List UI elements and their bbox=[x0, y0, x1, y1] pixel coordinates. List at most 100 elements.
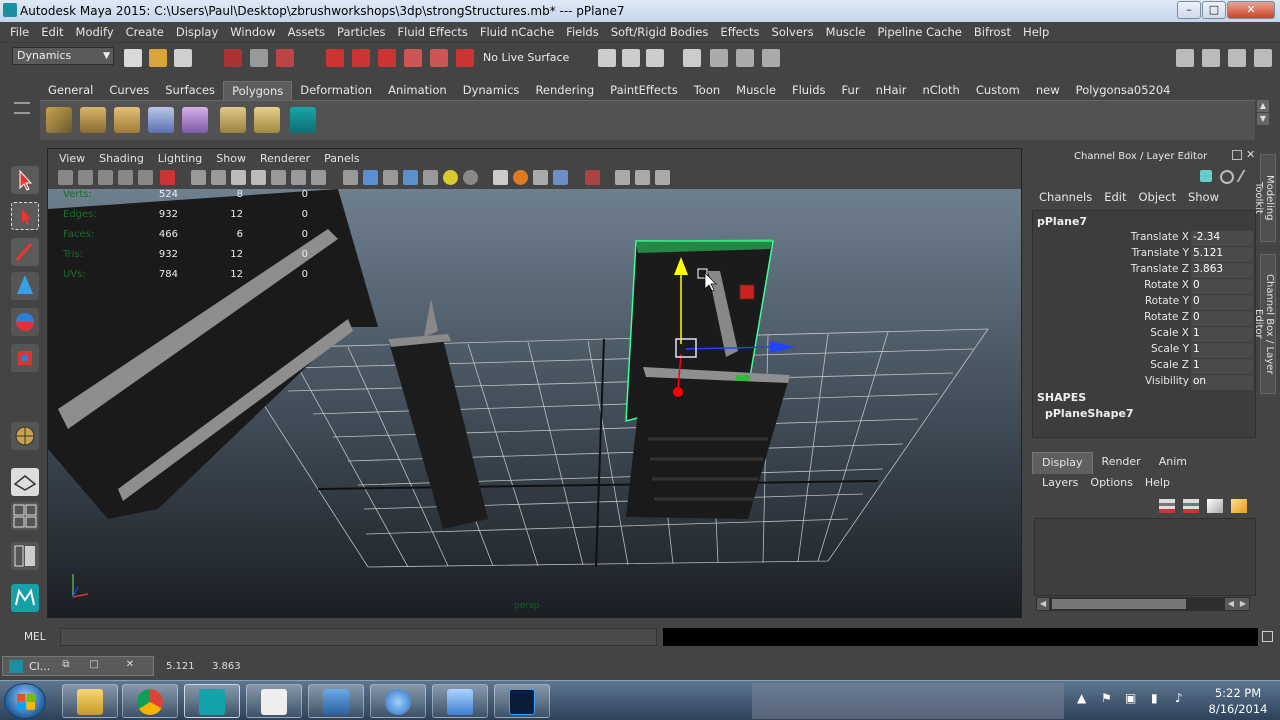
menu-muscle[interactable]: Muscle bbox=[820, 25, 872, 39]
default-light-icon[interactable] bbox=[443, 170, 458, 185]
layer-menu-layers[interactable]: Layers bbox=[1036, 474, 1084, 491]
attr-visibility[interactable]: Visibility on bbox=[1033, 375, 1253, 391]
scroll-left-icon[interactable]: ◀ bbox=[1037, 598, 1049, 610]
perspective-viewport[interactable]: View Shading Lighting Show Renderer Pane… bbox=[47, 148, 1022, 618]
menu-soft-rigid-bodies[interactable]: Soft/Rigid Bodies bbox=[605, 25, 715, 39]
shelf-tab-polygons[interactable]: Polygons bbox=[223, 80, 293, 100]
shelf-tab-toon[interactable]: Toon bbox=[686, 81, 728, 99]
shelf-options-icon[interactable] bbox=[14, 102, 30, 114]
layer-list[interactable] bbox=[1034, 518, 1256, 596]
shelf-tab-animation[interactable]: Animation bbox=[380, 81, 455, 99]
use-all-lights-icon[interactable] bbox=[423, 170, 438, 185]
layer-menu-help[interactable]: Help bbox=[1139, 474, 1176, 491]
open-scene-icon[interactable] bbox=[149, 49, 167, 67]
poly-combine-icon[interactable] bbox=[148, 107, 174, 133]
layer-menu-options[interactable]: Options bbox=[1084, 474, 1138, 491]
snap-view-icon[interactable] bbox=[404, 49, 422, 67]
attr-rotate-x[interactable]: Rotate X0 bbox=[1033, 279, 1253, 295]
smooth-shade-icon[interactable] bbox=[363, 170, 378, 185]
shelf-tab-rendering[interactable]: Rendering bbox=[527, 81, 602, 99]
xray-active-components-icon[interactable] bbox=[655, 170, 670, 185]
shelf-tab-dynamics[interactable]: Dynamics bbox=[455, 81, 528, 99]
device-icon[interactable]: ▣ bbox=[1125, 691, 1136, 705]
make-live-icon[interactable] bbox=[430, 49, 448, 67]
paint-select-tool-icon[interactable] bbox=[11, 238, 39, 266]
menu-solvers[interactable]: Solvers bbox=[766, 25, 820, 39]
textured-icon[interactable] bbox=[403, 170, 418, 185]
taskbar-explorer[interactable] bbox=[62, 684, 118, 718]
menu-bifrost[interactable]: Bifrost bbox=[968, 25, 1017, 39]
shelf-tab-custom[interactable]: Custom bbox=[968, 81, 1028, 99]
rotate-tool-icon[interactable] bbox=[11, 308, 39, 336]
menu-fields[interactable]: Fields bbox=[560, 25, 605, 39]
shelf-tab-polygonsa05204[interactable]: Polygonsa05204 bbox=[1068, 81, 1179, 99]
channel-slider-icon[interactable] bbox=[1236, 170, 1256, 182]
layer-tab-display[interactable]: Display bbox=[1032, 452, 1093, 474]
poly-cylinder-icon[interactable] bbox=[114, 107, 140, 133]
attr-translate-y[interactable]: Translate Y 5.121 bbox=[1033, 247, 1253, 263]
taskbar-chrome[interactable] bbox=[122, 684, 178, 718]
volume-icon[interactable]: ♪ bbox=[1175, 691, 1183, 705]
attr-rotate-y[interactable]: Rotate Y0 bbox=[1033, 295, 1253, 311]
float-panel-icon[interactable] bbox=[1232, 150, 1242, 160]
image-plane-icon[interactable] bbox=[118, 170, 133, 185]
gate-mask-icon[interactable] bbox=[251, 170, 266, 185]
maya-shelf-icon[interactable] bbox=[290, 107, 316, 133]
move-tool-icon[interactable] bbox=[11, 272, 39, 300]
viewport-menu-panels[interactable]: Panels bbox=[317, 152, 366, 165]
channel-speed-icon[interactable] bbox=[1220, 170, 1234, 184]
snap-grid-icon[interactable] bbox=[326, 49, 344, 67]
close-icon[interactable]: ✕ bbox=[123, 659, 137, 673]
move-layer-up-icon[interactable] bbox=[1159, 499, 1175, 513]
construction-history-icon[interactable] bbox=[598, 49, 616, 67]
menu-fluid-effects[interactable]: Fluid Effects bbox=[392, 25, 474, 39]
snap-point-icon[interactable] bbox=[378, 49, 396, 67]
shelf-tab-new[interactable]: new bbox=[1028, 81, 1068, 99]
save-scene-icon[interactable] bbox=[174, 49, 192, 67]
taskbar-clock[interactable]: 5:22 PM 8/16/2014 bbox=[1196, 685, 1280, 717]
attr-value[interactable]: 0 bbox=[1191, 311, 1253, 326]
viewport-menu-renderer[interactable]: Renderer bbox=[253, 152, 317, 165]
menu-particles[interactable]: Particles bbox=[331, 25, 391, 39]
menu-display[interactable]: Display bbox=[170, 25, 224, 39]
attr-translate-z[interactable]: Translate Z 3.863 bbox=[1033, 263, 1253, 279]
attr-value[interactable]: 0 bbox=[1191, 279, 1253, 294]
layer-list-scrollbar[interactable]: ◀ ◀ ▶ bbox=[1036, 597, 1250, 611]
viewport-menu-show[interactable]: Show bbox=[209, 152, 253, 165]
shelf-tab-surfaces[interactable]: Surfaces bbox=[157, 81, 223, 99]
shelf-scroll-down-icon[interactable]: ▼ bbox=[1257, 113, 1269, 125]
resolution-gate-icon[interactable] bbox=[231, 170, 246, 185]
poly-tool-icon[interactable] bbox=[46, 107, 72, 133]
shelf-tab-general[interactable]: General bbox=[40, 81, 101, 99]
attr-scale-z[interactable]: Scale Z1 bbox=[1033, 359, 1253, 375]
menu-modify[interactable]: Modify bbox=[70, 25, 120, 39]
taskbar-maya[interactable] bbox=[184, 684, 240, 718]
poly-cube-icon[interactable] bbox=[80, 107, 106, 133]
script-editor-icon[interactable] bbox=[1262, 631, 1273, 642]
taskbar-zbrush[interactable] bbox=[246, 684, 302, 718]
grease-pencil-icon[interactable] bbox=[160, 170, 175, 185]
command-language-toggle[interactable]: MEL bbox=[24, 631, 46, 643]
select-hierarchy-icon[interactable] bbox=[224, 49, 242, 67]
taskbar-window-switcher[interactable] bbox=[308, 684, 364, 718]
maximize-button[interactable]: □ bbox=[1202, 1, 1226, 19]
menu-set-dropdown[interactable]: Dynamics ▼ bbox=[12, 47, 114, 65]
shape-node-name[interactable]: pPlaneShape7 bbox=[1045, 407, 1134, 420]
move-layer-down-icon[interactable] bbox=[1183, 499, 1199, 513]
two-d-pan-zoom-icon[interactable] bbox=[138, 170, 153, 185]
field-chart-icon[interactable] bbox=[271, 170, 286, 185]
camera-attributes-icon[interactable] bbox=[78, 170, 93, 185]
maya-logo-icon[interactable] bbox=[11, 584, 39, 612]
taskbar-control-panel[interactable] bbox=[432, 684, 488, 718]
show-modeling-toolkit-icon[interactable] bbox=[1254, 49, 1272, 67]
wireframe-icon[interactable] bbox=[343, 170, 358, 185]
menu-pipeline-cache[interactable]: Pipeline Cache bbox=[871, 25, 967, 39]
channel-key-icon[interactable] bbox=[1200, 170, 1212, 182]
selected-object-name[interactable]: pPlane7 bbox=[1037, 215, 1087, 228]
attr-value[interactable]: 0 bbox=[1191, 295, 1253, 310]
single-perspective-layout-icon[interactable] bbox=[11, 468, 39, 496]
viewport-menu-lighting[interactable]: Lighting bbox=[151, 152, 209, 165]
safe-action-icon[interactable] bbox=[291, 170, 306, 185]
attr-scale-x[interactable]: Scale X1 bbox=[1033, 327, 1253, 343]
shadows-icon[interactable] bbox=[463, 170, 478, 185]
